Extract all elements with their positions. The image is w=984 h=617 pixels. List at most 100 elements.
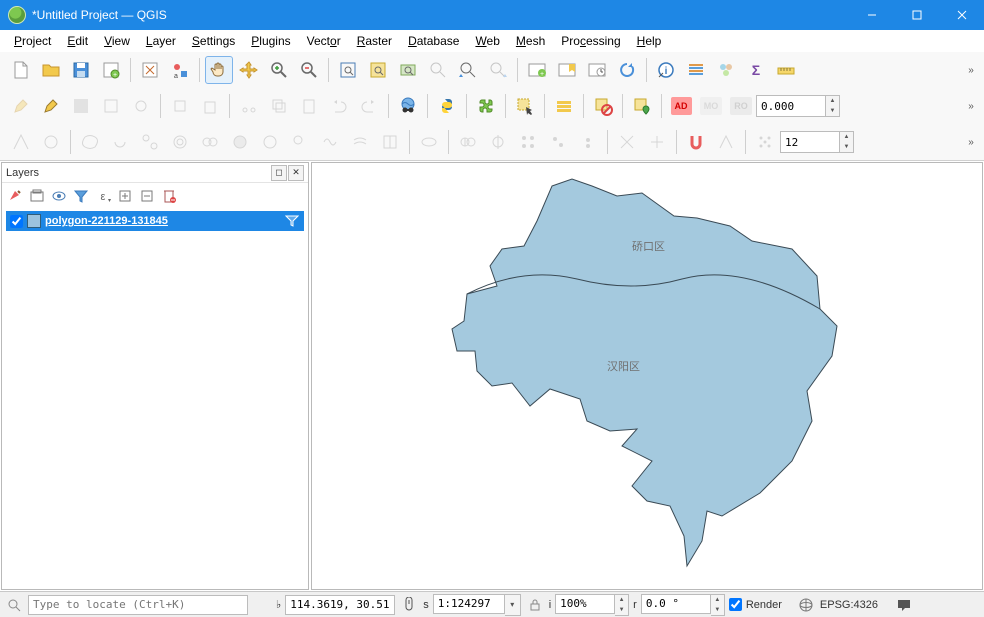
reshape-features-button[interactable] xyxy=(316,128,344,156)
plugin-manager-button[interactable] xyxy=(472,92,500,120)
menu-database[interactable]: Database xyxy=(400,32,467,50)
trim-extend-button[interactable] xyxy=(613,128,641,156)
menu-processing[interactable]: Processing xyxy=(553,32,628,50)
style-manager-button[interactable] xyxy=(136,56,164,84)
rotate-feature-button[interactable] xyxy=(106,128,134,156)
cut-features-button[interactable] xyxy=(235,92,263,120)
layer-styling-button[interactable] xyxy=(4,185,26,207)
scale-input[interactable] xyxy=(433,594,505,614)
redo-button[interactable] xyxy=(355,92,383,120)
select-by-location-button[interactable] xyxy=(628,92,656,120)
style-manager-alt-button[interactable]: a xyxy=(166,56,194,84)
panel-undock-button[interactable]: ◻ xyxy=(271,165,287,181)
magnifier-spinner[interactable]: ▲▼ xyxy=(555,594,629,616)
menu-help[interactable]: Help xyxy=(629,32,670,50)
numeric-spinner-row2[interactable]: 0.000 ▲▼ xyxy=(756,95,840,117)
menu-edit[interactable]: Edit xyxy=(59,32,96,50)
close-button[interactable] xyxy=(939,0,984,30)
rotate-point-symbols-button[interactable] xyxy=(544,128,572,156)
menu-project[interactable]: Project xyxy=(6,32,59,50)
menu-vector[interactable]: Vector xyxy=(299,32,349,50)
remove-layer-button[interactable] xyxy=(158,185,180,207)
crs-label[interactable]: EPSG:4326 xyxy=(820,599,878,611)
coordinate-input[interactable] xyxy=(285,595,395,615)
identify-button[interactable]: i xyxy=(652,56,680,84)
simplify-feature-button[interactable] xyxy=(136,128,164,156)
magnifier-input[interactable] xyxy=(555,594,615,614)
label-toolbar-mo-button[interactable]: MO xyxy=(697,92,725,120)
crs-icon[interactable] xyxy=(796,595,816,615)
scale-selector[interactable]: ▾ xyxy=(433,594,521,616)
menu-web[interactable]: Web xyxy=(467,32,507,50)
layer-visibility-checkbox[interactable] xyxy=(10,215,23,228)
menu-view[interactable]: View xyxy=(96,32,138,50)
zoom-out-button[interactable] xyxy=(295,56,323,84)
metasearch-button[interactable] xyxy=(394,92,422,120)
current-edits-button[interactable] xyxy=(7,92,35,120)
refresh-button[interactable] xyxy=(613,56,641,84)
fill-ring-button[interactable] xyxy=(226,128,254,156)
layer-item[interactable]: polygon-221129-131845 xyxy=(6,211,304,231)
split-features-button[interactable] xyxy=(376,128,404,156)
undo-button[interactable] xyxy=(325,92,353,120)
delete-part-button[interactable] xyxy=(286,128,314,156)
add-ring-button[interactable] xyxy=(166,128,194,156)
copy-features-button[interactable] xyxy=(265,92,293,120)
toolbar-overflow-3[interactable]: » xyxy=(964,137,978,148)
menu-layer[interactable]: Layer xyxy=(138,32,184,50)
merge-attributes-button[interactable] xyxy=(484,128,512,156)
new-spatial-bookmark-button[interactable] xyxy=(553,56,581,84)
field-calculator-button[interactable] xyxy=(712,56,740,84)
panel-close-button[interactable]: ✕ xyxy=(288,165,304,181)
select-by-value-button[interactable] xyxy=(550,92,578,120)
menu-settings[interactable]: Settings xyxy=(184,32,243,50)
zoom-to-layer-button[interactable] xyxy=(394,56,422,84)
paste-features-button[interactable] xyxy=(295,92,323,120)
layer-filter-icon[interactable] xyxy=(284,213,300,229)
label-toolbar-ro-button[interactable]: RO xyxy=(727,92,755,120)
vertex-tool-button[interactable] xyxy=(751,128,779,156)
reverse-line-button[interactable] xyxy=(643,128,671,156)
select-features-button[interactable] xyxy=(511,92,539,120)
messages-button[interactable] xyxy=(894,595,914,615)
new-map-view-button[interactable]: + xyxy=(523,56,551,84)
move-feature-adv-button[interactable] xyxy=(76,128,104,156)
snapping-tolerance-spinner[interactable]: 12 ▲▼ xyxy=(780,131,854,153)
menu-plugins[interactable]: Plugins xyxy=(243,32,298,50)
label-toolbar-ad-button[interactable]: AD xyxy=(667,92,695,120)
shape-button[interactable] xyxy=(37,128,65,156)
toolbar-overflow-2[interactable]: » xyxy=(964,101,978,112)
add-group-button[interactable] xyxy=(26,185,48,207)
measure-button[interactable] xyxy=(772,56,800,84)
add-feature-button[interactable] xyxy=(97,92,125,120)
snapping-options-button[interactable] xyxy=(712,128,740,156)
filter-by-expression-button[interactable]: ε▾ xyxy=(92,185,114,207)
toolbar-overflow-1[interactable]: » xyxy=(964,65,978,76)
save-edits-button[interactable] xyxy=(67,92,95,120)
delete-ring-button[interactable] xyxy=(256,128,284,156)
digitize-button[interactable] xyxy=(127,92,155,120)
render-checkbox[interactable] xyxy=(729,598,742,611)
zoom-last-button[interactable] xyxy=(454,56,482,84)
offset-point-symbols-button[interactable] xyxy=(574,128,602,156)
minimize-button[interactable] xyxy=(849,0,894,30)
rotation-spinner[interactable]: ▲▼ xyxy=(641,594,725,616)
filter-legend-button[interactable] xyxy=(70,185,92,207)
zoom-full-button[interactable] xyxy=(334,56,362,84)
open-attribute-table-button[interactable] xyxy=(682,56,710,84)
add-part-button[interactable] xyxy=(196,128,224,156)
menu-raster[interactable]: Raster xyxy=(349,32,400,50)
zoom-to-selection-button[interactable] xyxy=(364,56,392,84)
deselect-all-button[interactable] xyxy=(589,92,617,120)
zoom-native-button[interactable] xyxy=(424,56,452,84)
move-feature-button[interactable] xyxy=(166,92,194,120)
manage-visibility-button[interactable] xyxy=(48,185,70,207)
rotation-input[interactable] xyxy=(641,594,711,614)
collapse-all-button[interactable] xyxy=(136,185,158,207)
menu-mesh[interactable]: Mesh xyxy=(508,32,553,50)
new-print-layout-button[interactable]: + xyxy=(97,56,125,84)
zoom-in-button[interactable] xyxy=(265,56,293,84)
save-project-button[interactable] xyxy=(67,56,95,84)
merge-features-button[interactable] xyxy=(454,128,482,156)
lock-scale-button[interactable] xyxy=(525,595,545,615)
